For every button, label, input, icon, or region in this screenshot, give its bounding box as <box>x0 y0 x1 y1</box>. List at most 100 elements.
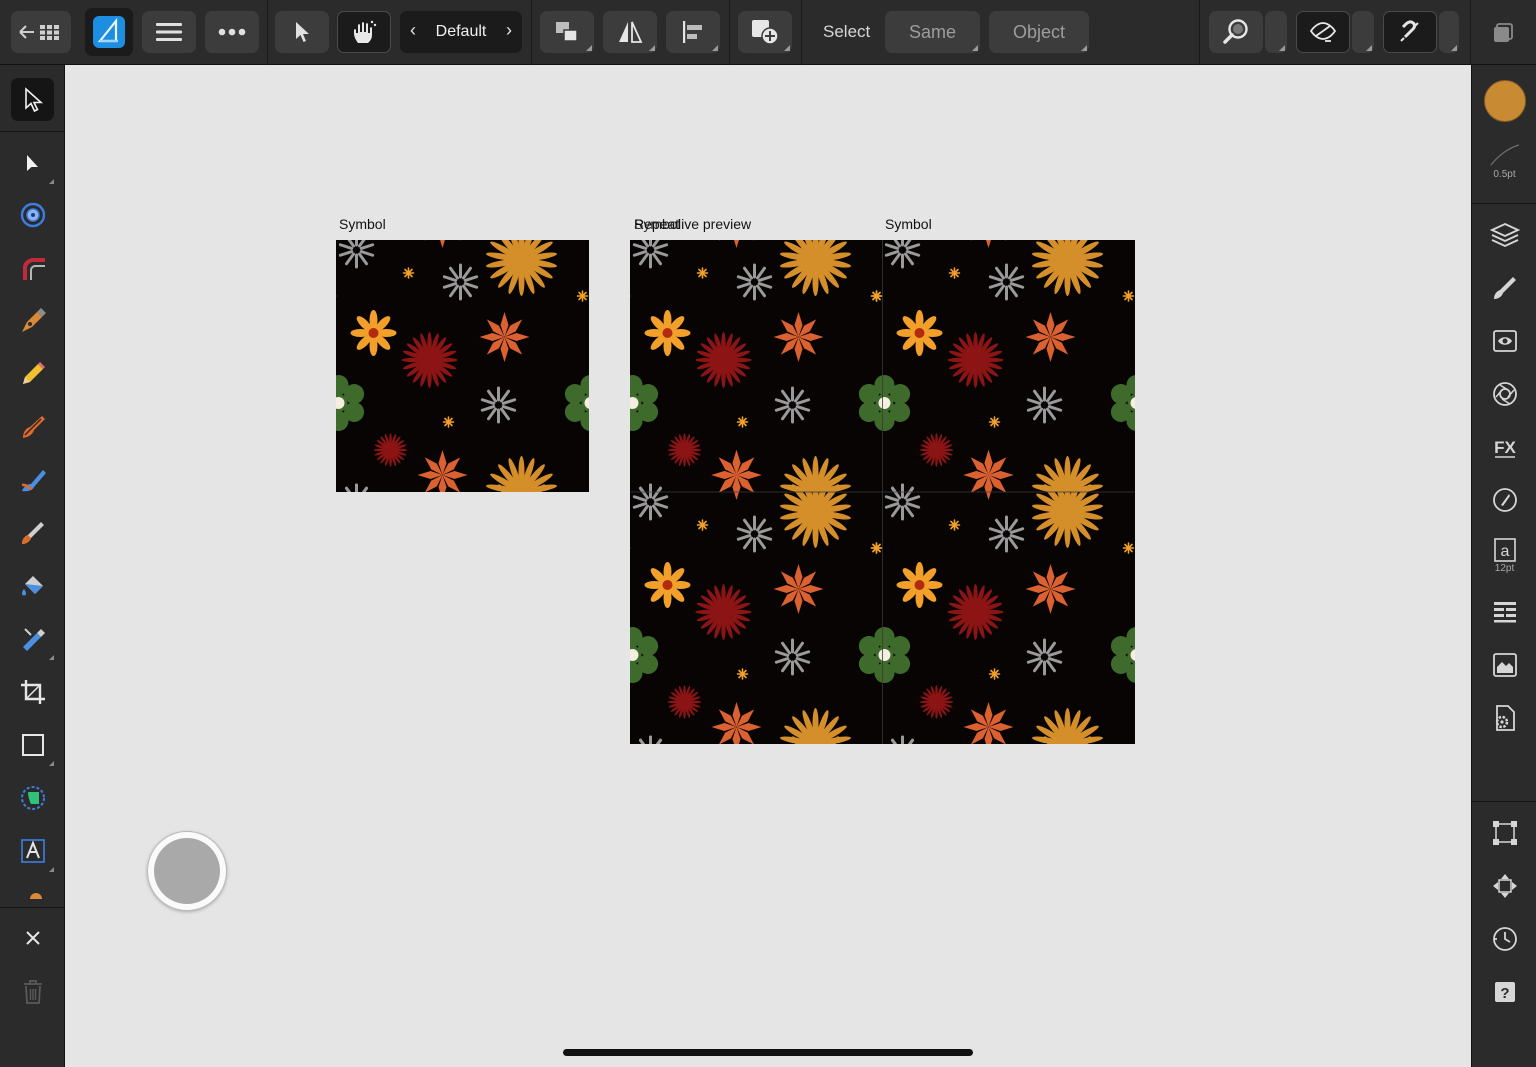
snapping-magnet-icon <box>1400 20 1419 42</box>
move-arrow-icon <box>24 86 43 112</box>
history-studio-button[interactable] <box>1482 916 1527 961</box>
crop-tool[interactable] <box>11 670 54 713</box>
text-size-label: 12pt <box>1494 563 1515 574</box>
history-clock-icon <box>1492 926 1517 951</box>
pointer-arrow-icon <box>296 22 309 42</box>
align-button[interactable] <box>666 11 720 53</box>
fx-icon: FX <box>1494 438 1516 458</box>
fullscreen-button[interactable] <box>1488 18 1518 48</box>
floral-pattern-image <box>336 240 589 492</box>
select-same-button[interactable]: Same <box>885 11 980 53</box>
close-icon <box>25 930 40 945</box>
context-selector[interactable]: ‹ Default › <box>400 11 522 53</box>
brushes-icon <box>1493 276 1516 299</box>
home-indicator <box>563 1049 973 1056</box>
hamburger-icon <box>156 23 182 41</box>
repeat-caption-b: Symbol <box>634 216 681 232</box>
hand-gesture-button[interactable] <box>337 11 391 53</box>
hand-icon <box>354 20 377 43</box>
back-to-documents-button[interactable] <box>11 11 71 53</box>
transparency-tool[interactable] <box>11 617 54 660</box>
zoom-button[interactable] <box>1209 11 1263 53</box>
brushes-studio-button[interactable] <box>1482 265 1527 310</box>
rectangle-tool[interactable] <box>11 723 54 766</box>
align-left-icon <box>683 21 702 43</box>
svg-text:a: a <box>1500 543 1509 560</box>
fill-tool[interactable] <box>11 564 54 607</box>
paint-brush-tool[interactable] <box>11 511 54 554</box>
effects-studio-button[interactable]: FX <box>1482 424 1527 469</box>
transform-box-icon <box>1492 820 1517 845</box>
svg-text:FX: FX <box>1494 438 1516 457</box>
select-object-button[interactable]: Object <box>989 11 1089 53</box>
aperture-icon <box>1492 381 1517 406</box>
help-studio-button[interactable]: ? <box>1482 969 1527 1014</box>
snapping-button[interactable] <box>1383 11 1437 53</box>
snapping-options-button[interactable] <box>1439 11 1459 53</box>
fill-color-swatch[interactable] <box>1483 79 1526 122</box>
flip-button[interactable] <box>603 11 657 53</box>
studio-panel: 0.5pt FX a 12pt ? <box>1471 65 1536 1067</box>
menu-button[interactable] <box>142 11 196 53</box>
back-grid-icon <box>19 25 59 40</box>
point-transform-tool[interactable] <box>11 193 54 236</box>
node-tool[interactable] <box>11 141 54 184</box>
transform-studio-button[interactable] <box>1482 810 1527 855</box>
stroke-width-label: 0.5pt <box>1493 169 1516 180</box>
styles-studio-button[interactable] <box>1482 477 1527 522</box>
layers-studio-button[interactable] <box>1482 212 1527 257</box>
rectangle-shape-icon <box>21 733 44 756</box>
navigator-studio-button[interactable] <box>1482 371 1527 416</box>
view-options-button[interactable] <box>1352 11 1374 53</box>
symbol-tile[interactable] <box>336 240 589 492</box>
transparency-icon <box>22 627 45 651</box>
move-arrows-icon <box>1492 873 1517 898</box>
window-toggle-icon <box>1494 23 1513 42</box>
floral-repeat-image <box>630 240 1135 744</box>
delete-button[interactable] <box>11 970 54 1013</box>
artistic-text-tool[interactable] <box>11 829 54 872</box>
document-settings-button[interactable] <box>1482 695 1527 740</box>
zoom-options-button[interactable] <box>1265 11 1287 53</box>
view-mode-button[interactable] <box>1296 11 1350 53</box>
fill-bucket-icon <box>21 575 43 595</box>
paragraph-studio-button[interactable] <box>1482 589 1527 634</box>
fill-brush-tool[interactable] <box>11 458 54 501</box>
move-tool[interactable] <box>11 78 54 121</box>
repeat-preview[interactable] <box>630 240 1135 744</box>
top-toolbar: ‹ Default › Select Same Object <box>0 0 1536 65</box>
paint-brush-icon <box>21 521 44 544</box>
stroke-width-control[interactable]: 0.5pt <box>1482 133 1527 189</box>
move-nudge-button[interactable] <box>1482 863 1527 908</box>
symbol-caption-right: Symbol <box>885 216 932 232</box>
pen-tool[interactable] <box>11 299 54 342</box>
vector-brush-tool[interactable] <box>11 405 54 448</box>
shape-builder-tool[interactable] <box>11 776 54 819</box>
appearance-icon <box>1492 329 1517 352</box>
pencil-tool[interactable] <box>11 352 54 395</box>
shape-builder-icon <box>20 785 45 810</box>
paragraph-icon <box>1493 601 1516 622</box>
document-canvas[interactable]: Symbol Repeat Symbol live preview Symbol <box>65 65 1471 1067</box>
point-transform-icon <box>20 202 45 227</box>
vector-brush-icon <box>22 415 45 438</box>
color-well[interactable] <box>1482 78 1527 123</box>
quick-action-button[interactable] <box>147 831 227 911</box>
arrange-button[interactable] <box>540 11 594 53</box>
character-text-icon: a <box>1493 538 1516 562</box>
assets-studio-button[interactable] <box>1482 642 1527 687</box>
character-studio-button[interactable]: a 12pt <box>1482 530 1527 582</box>
insert-button[interactable] <box>738 11 792 53</box>
affinity-designer-app: ‹ Default › Select Same Object 0.5pt FX … <box>0 0 1536 1067</box>
context-next-icon[interactable]: › <box>506 20 512 41</box>
svg-text:?: ? <box>1500 985 1509 1002</box>
close-context-button[interactable] <box>11 916 54 959</box>
move-tool-quick-button[interactable] <box>275 11 329 53</box>
appearance-studio-button[interactable] <box>1482 318 1527 363</box>
context-prev-icon[interactable]: ‹ <box>410 20 416 41</box>
persona-designer-button[interactable] <box>85 8 133 56</box>
view-mode-eye-icon <box>1309 22 1337 42</box>
more-options-button[interactable] <box>205 11 259 53</box>
corner-tool[interactable] <box>11 246 54 289</box>
assets-icon <box>1492 652 1517 677</box>
